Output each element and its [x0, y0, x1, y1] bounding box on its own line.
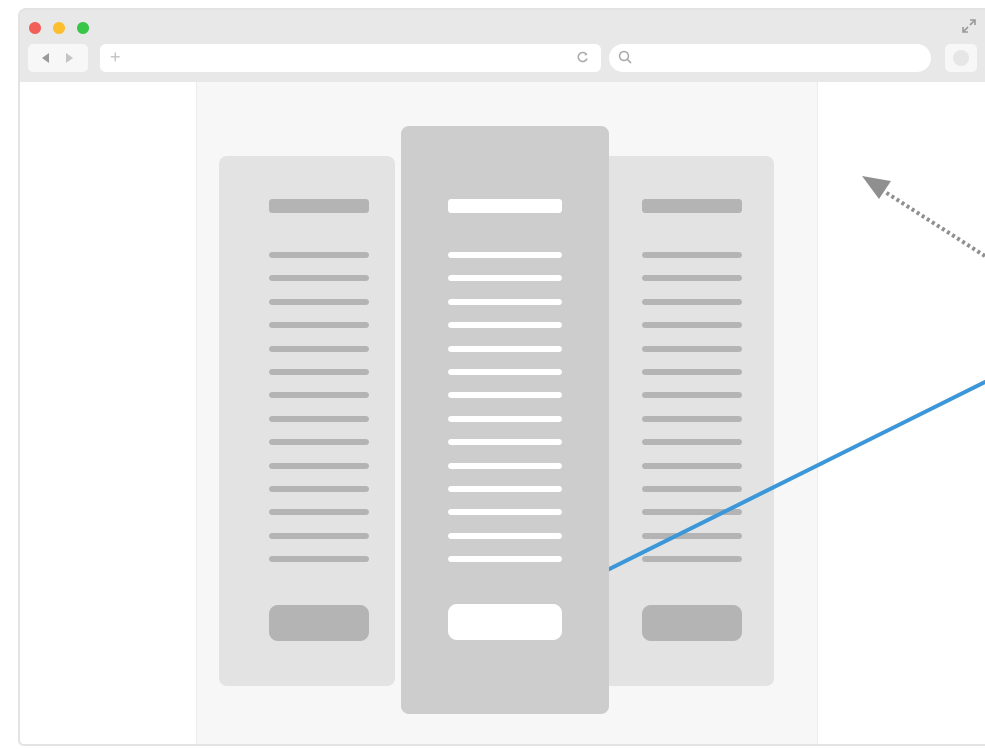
expand-icon[interactable]	[961, 18, 977, 34]
feature-line-placeholder	[642, 275, 742, 281]
feature-line-placeholder	[448, 556, 562, 562]
feature-line-placeholder	[448, 463, 562, 469]
feature-line-placeholder	[642, 369, 742, 375]
close-window-button[interactable]	[29, 22, 41, 34]
feature-line-placeholder	[269, 509, 369, 515]
feature-line-placeholder	[642, 533, 742, 539]
feature-line-placeholder	[642, 322, 742, 328]
feature-line-placeholder	[642, 392, 742, 398]
plan-title-placeholder	[448, 199, 562, 213]
pricing-column-right	[596, 156, 774, 686]
feature-line-placeholder	[642, 416, 742, 422]
feature-line-placeholder	[448, 416, 562, 422]
feature-line-placeholder	[642, 463, 742, 469]
feature-line-placeholder	[642, 486, 742, 492]
feature-line-placeholder	[642, 346, 742, 352]
plus-icon[interactable]: +	[110, 47, 121, 67]
feature-line-placeholder	[448, 533, 562, 539]
plan-title-placeholder	[642, 199, 742, 213]
feature-line-placeholder	[642, 439, 742, 445]
search-icon	[617, 49, 633, 65]
feature-line-placeholder	[269, 369, 369, 375]
feature-line-placeholder	[642, 509, 742, 515]
feature-line-placeholder	[448, 486, 562, 492]
feature-line-placeholder	[448, 299, 562, 305]
feature-line-placeholder	[448, 322, 562, 328]
feature-line-placeholder	[269, 346, 369, 352]
feature-line-placeholder	[642, 299, 742, 305]
feature-line-placeholder	[448, 346, 562, 352]
feature-line-placeholder	[269, 556, 369, 562]
right-column-button[interactable]	[642, 605, 742, 641]
extension-icon	[953, 50, 969, 66]
pricing-column-center	[401, 126, 609, 714]
feature-line-placeholder	[448, 275, 562, 281]
search-box[interactable]	[609, 44, 931, 72]
forward-icon[interactable]	[66, 53, 73, 63]
extension-button[interactable]	[945, 44, 977, 72]
feature-line-placeholder	[448, 252, 562, 258]
feature-line-placeholder	[448, 509, 562, 515]
feature-line-placeholder	[269, 416, 369, 422]
left-column-button[interactable]	[269, 605, 369, 641]
reload-icon[interactable]	[575, 49, 591, 65]
feature-line-placeholder	[269, 533, 369, 539]
feature-line-placeholder	[269, 299, 369, 305]
feature-line-placeholder	[448, 439, 562, 445]
feature-line-placeholder	[269, 439, 369, 445]
address-bar[interactable]: +	[100, 44, 601, 72]
feature-line-placeholder	[269, 275, 369, 281]
browser-toolbar: +	[20, 10, 985, 82]
pricing-column-left	[219, 156, 395, 686]
feature-line-placeholder	[642, 252, 742, 258]
feature-line-placeholder	[269, 486, 369, 492]
minimize-window-button[interactable]	[53, 22, 65, 34]
maximize-window-button[interactable]	[77, 22, 89, 34]
feature-line-placeholder	[448, 369, 562, 375]
navigation-buttons	[28, 44, 88, 72]
center-column-button[interactable]	[448, 604, 562, 640]
plan-title-placeholder	[269, 199, 369, 213]
feature-line-placeholder	[269, 463, 369, 469]
back-icon[interactable]	[42, 53, 49, 63]
feature-line-placeholder	[642, 556, 742, 562]
feature-line-placeholder	[448, 392, 562, 398]
feature-line-placeholder	[269, 322, 369, 328]
feature-line-placeholder	[269, 252, 369, 258]
feature-line-placeholder	[269, 392, 369, 398]
